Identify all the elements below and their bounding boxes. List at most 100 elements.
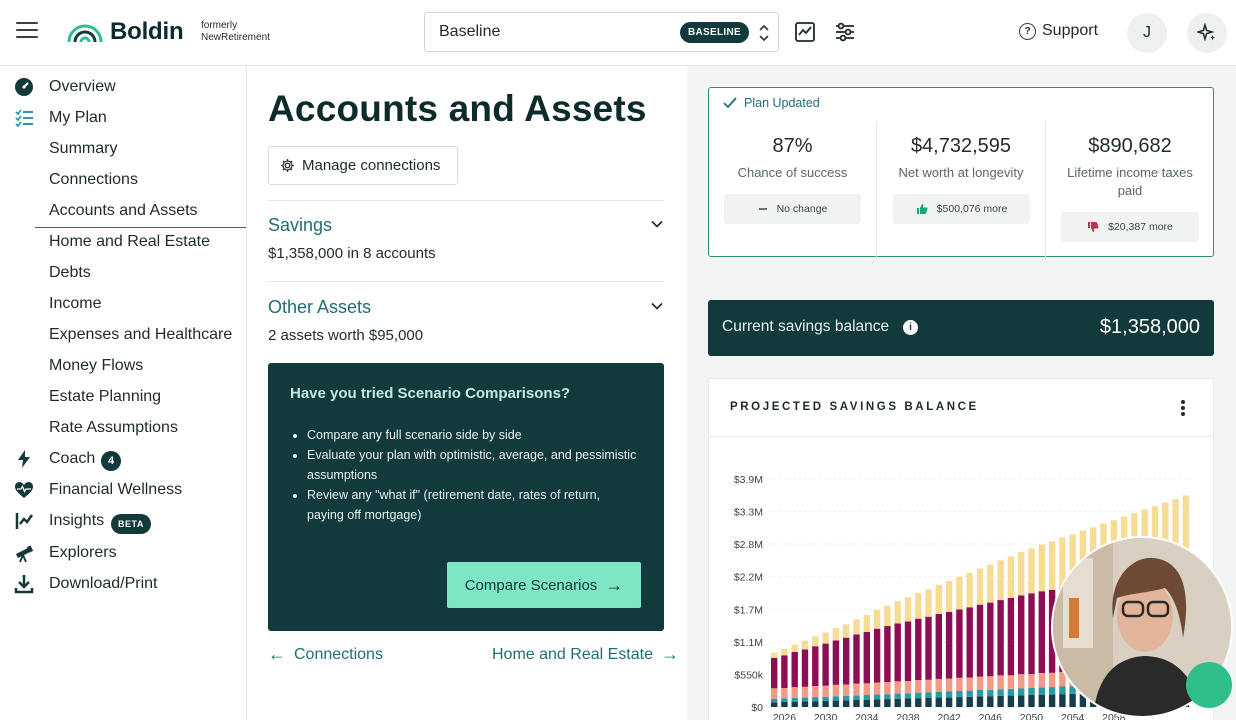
bar-segment[interactable] bbox=[832, 628, 840, 641]
bar-segment[interactable] bbox=[771, 698, 778, 703]
bar-segment[interactable] bbox=[884, 605, 891, 627]
bar-segment[interactable] bbox=[822, 632, 829, 644]
bar-segment[interactable] bbox=[1059, 694, 1066, 707]
bar-segment[interactable] bbox=[894, 601, 901, 624]
bar-segment[interactable] bbox=[1007, 556, 1015, 599]
bar-segment[interactable] bbox=[894, 698, 901, 707]
bar-segment[interactable] bbox=[781, 655, 788, 688]
sidebar-item-home-real-estate[interactable]: Home and Real Estate bbox=[0, 227, 246, 257]
bar-segment[interactable] bbox=[771, 688, 778, 699]
bar-segment[interactable] bbox=[1069, 693, 1076, 707]
sidebar-item-money-flows[interactable]: Money Flows bbox=[0, 351, 246, 381]
sliders-icon[interactable] bbox=[833, 20, 857, 44]
bar-segment[interactable] bbox=[771, 652, 778, 658]
bar-segment[interactable] bbox=[915, 593, 922, 619]
bar-segment[interactable] bbox=[987, 689, 994, 697]
more-options-icon[interactable] bbox=[1177, 397, 1189, 419]
bar-segment[interactable] bbox=[853, 683, 860, 696]
bar-segment[interactable] bbox=[1028, 674, 1035, 688]
bar-segment[interactable] bbox=[1069, 686, 1076, 694]
sidebar-item-my-plan[interactable]: My Plan bbox=[0, 103, 246, 133]
bar-segment[interactable] bbox=[884, 682, 891, 695]
bar-segment[interactable] bbox=[771, 657, 778, 689]
bar-segment[interactable] bbox=[904, 698, 912, 708]
bar-segment[interactable] bbox=[935, 691, 942, 698]
bar-segment[interactable] bbox=[976, 568, 984, 605]
bar-segment[interactable] bbox=[1007, 598, 1015, 676]
chevron-down-icon[interactable] bbox=[650, 299, 664, 313]
bar-segment[interactable] bbox=[873, 682, 881, 695]
bar-segment[interactable] bbox=[853, 695, 860, 700]
bar-segment[interactable] bbox=[791, 697, 798, 702]
bar-segment[interactable] bbox=[1028, 593, 1035, 674]
bar-segment[interactable] bbox=[935, 584, 942, 614]
bar-segment[interactable] bbox=[781, 688, 788, 699]
sidebar-item-estate-planning[interactable]: Estate Planning bbox=[0, 382, 246, 412]
sidebar-item-accounts-assets[interactable]: Accounts and Assets bbox=[0, 196, 246, 226]
boldin-logo[interactable]: Boldin bbox=[66, 18, 184, 46]
bar-segment[interactable] bbox=[966, 572, 973, 608]
bar-segment[interactable] bbox=[863, 699, 870, 707]
bar-segment[interactable] bbox=[1048, 541, 1056, 590]
sidebar-item-insights[interactable]: Insights BETA bbox=[0, 506, 246, 536]
bar-segment[interactable] bbox=[894, 681, 901, 694]
bar-segment[interactable] bbox=[915, 698, 922, 707]
bar-segment[interactable] bbox=[945, 612, 953, 679]
bar-segment[interactable] bbox=[832, 640, 840, 685]
bar-segment[interactable] bbox=[925, 692, 932, 698]
bar-segment[interactable] bbox=[812, 646, 819, 686]
chat-button[interactable] bbox=[1186, 662, 1232, 708]
bar-segment[interactable] bbox=[781, 648, 788, 656]
bar-segment[interactable] bbox=[894, 693, 901, 699]
bar-segment[interactable] bbox=[997, 600, 1004, 676]
bar-segment[interactable] bbox=[976, 604, 984, 677]
bar-segment[interactable] bbox=[832, 684, 840, 697]
sidebar-item-connections[interactable]: Connections bbox=[0, 165, 246, 195]
bar-segment[interactable] bbox=[904, 693, 912, 699]
other-assets-title[interactable]: Other Assets bbox=[268, 297, 371, 318]
bar-segment[interactable] bbox=[822, 685, 829, 697]
bar-segment[interactable] bbox=[997, 675, 1004, 690]
bar-segment[interactable] bbox=[1038, 694, 1045, 707]
bar-segment[interactable] bbox=[956, 697, 963, 707]
bar-segment[interactable] bbox=[997, 689, 1004, 696]
menu-icon[interactable] bbox=[16, 22, 38, 42]
bar-segment[interactable] bbox=[863, 695, 870, 700]
bar-segment[interactable] bbox=[935, 614, 942, 679]
bar-segment[interactable] bbox=[966, 607, 973, 678]
bar-segment[interactable] bbox=[1007, 688, 1015, 696]
bar-segment[interactable] bbox=[925, 589, 932, 617]
bar-segment[interactable] bbox=[1018, 674, 1025, 689]
bar-segment[interactable] bbox=[853, 634, 860, 684]
bar-segment[interactable] bbox=[1038, 673, 1045, 688]
bar-segment[interactable] bbox=[987, 676, 994, 690]
sidebar-item-expenses-healthcare[interactable]: Expenses and Healthcare bbox=[0, 320, 246, 350]
next-page-link[interactable]: Home and Real Estate → bbox=[492, 644, 679, 665]
bar-segment[interactable] bbox=[781, 698, 788, 703]
bar-segment[interactable] bbox=[956, 576, 963, 610]
bar-segment[interactable] bbox=[863, 631, 870, 684]
user-avatar[interactable]: J bbox=[1127, 13, 1167, 53]
compare-scenarios-button[interactable]: Compare Scenarios → bbox=[447, 562, 641, 608]
sidebar-item-explorers[interactable]: Explorers bbox=[0, 538, 246, 568]
sidebar-item-financial-wellness[interactable]: Financial Wellness bbox=[0, 475, 246, 505]
bar-segment[interactable] bbox=[976, 690, 984, 697]
bar-segment[interactable] bbox=[873, 628, 881, 683]
bar-segment[interactable] bbox=[812, 701, 819, 707]
bar-segment[interactable] bbox=[1007, 675, 1015, 689]
bar-segment[interactable] bbox=[873, 694, 881, 700]
info-icon[interactable]: i bbox=[903, 320, 918, 335]
sidebar-item-income[interactable]: Income bbox=[0, 289, 246, 319]
manage-connections-button[interactable]: Manage connections bbox=[268, 146, 458, 185]
bar-segment[interactable] bbox=[791, 652, 798, 688]
bar-segment[interactable] bbox=[884, 626, 891, 683]
bar-segment[interactable] bbox=[791, 644, 798, 652]
bar-segment[interactable] bbox=[812, 636, 819, 647]
bar-segment[interactable] bbox=[801, 640, 809, 650]
chart-trend-icon[interactable] bbox=[793, 20, 817, 44]
bar-segment[interactable] bbox=[945, 691, 953, 698]
scenario-selector[interactable]: Baseline BASELINE bbox=[424, 12, 779, 52]
bar-segment[interactable] bbox=[915, 680, 922, 693]
bar-segment[interactable] bbox=[966, 677, 973, 691]
bar-segment[interactable] bbox=[873, 699, 881, 707]
